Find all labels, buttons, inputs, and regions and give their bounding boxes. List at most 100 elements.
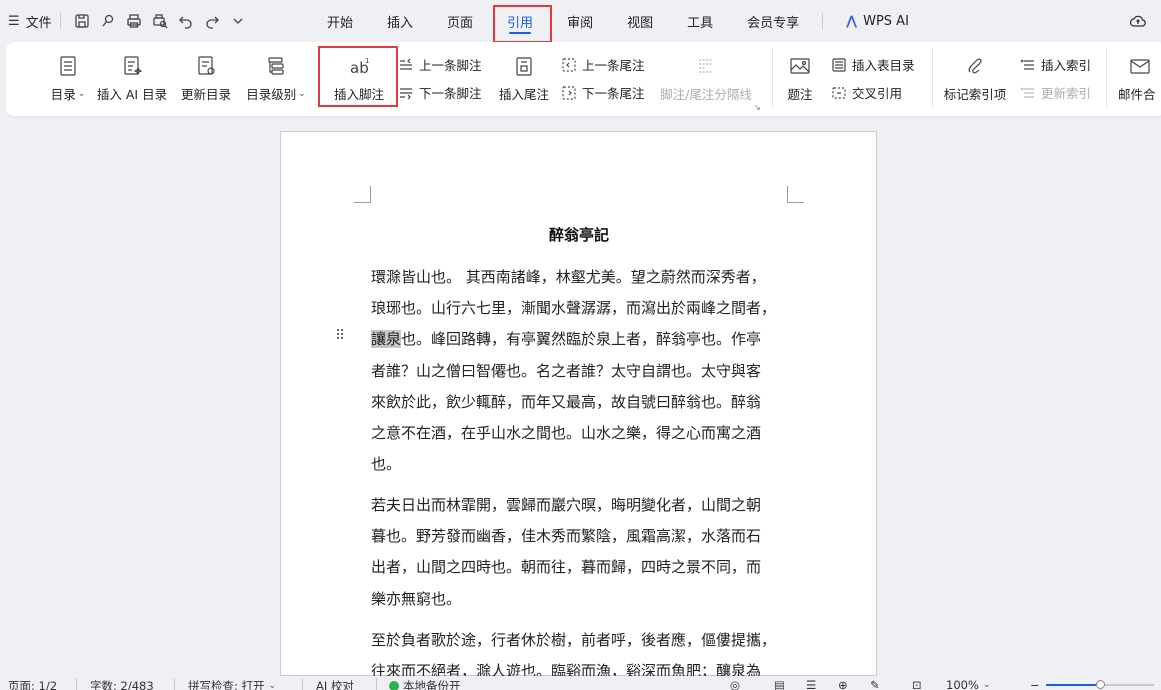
text-line[interactable]: 環滁皆山也。 其西南諸峰，林壑尤美。望之蔚然而深秀者，: [371, 262, 787, 293]
separator-line-button[interactable]: 脚注/尾注分隔线: [658, 52, 754, 108]
pen-icon[interactable]: ✎: [870, 678, 880, 690]
ribbon-toolbar: 目录 ⌄ 插入 AI 目录 更新目录 目录级别 ⌄ ab 1 插入脚注 上一条脚注 下…: [6, 42, 1161, 116]
print-preview-icon[interactable]: [147, 10, 173, 32]
print-icon[interactable]: [121, 10, 147, 32]
local-backup-status[interactable]: 本地备份开: [389, 678, 461, 690]
fit-page-icon[interactable]: ⊡: [912, 678, 922, 690]
prev-footnote-button[interactable]: 上一条脚注: [398, 55, 482, 74]
divider: [59, 13, 61, 29]
next-footnote-icon: [400, 87, 412, 99]
text-line[interactable]: 來飲於此，飲少輒醉，而年又最高，故自號曰醉翁也。醉翁: [371, 387, 787, 418]
tab-page[interactable]: 页面: [430, 0, 490, 42]
update-index-button[interactable]: 更新索引: [1020, 83, 1091, 102]
save-icon[interactable]: [69, 10, 95, 32]
paragraph-drag-handle-icon[interactable]: ⠿: [335, 329, 345, 343]
tab-tools[interactable]: 工具: [670, 0, 730, 42]
caption-button[interactable]: 题注: [784, 52, 816, 108]
zoom-slider[interactable]: [1046, 680, 1154, 689]
status-bar: 页面: 1/2 字数: 2/483 拼写检查: 打开 ⌄ AI 校对 本地备份开 …: [0, 676, 1161, 690]
divider: [772, 48, 773, 108]
zoom-level[interactable]: 100% ⌄: [946, 678, 990, 690]
toc-icon: [56, 52, 80, 80]
toc-level-button[interactable]: 目录级别 ⌄: [244, 52, 308, 108]
quick-access-area: ☰ 文件: [8, 10, 251, 32]
insert-ai-toc-label: 插入 AI 目录: [96, 87, 168, 102]
divider: [376, 678, 377, 690]
prev-endnote-button[interactable]: 上一条尾注: [561, 55, 645, 74]
crop-mark: [354, 186, 371, 203]
undo-icon[interactable]: [173, 10, 199, 32]
update-toc-button[interactable]: 更新目录: [178, 52, 234, 108]
dialog-launcher-icon[interactable]: ↘: [754, 103, 761, 112]
next-footnote-button[interactable]: 下一条脚注: [398, 83, 482, 102]
text-line[interactable]: 也。: [371, 449, 787, 480]
selected-text[interactable]: 讓泉: [371, 330, 402, 349]
chevron-down-icon: ⌄: [982, 680, 991, 690]
paragraph-2[interactable]: 若夫日出而林霏開，雲歸而巖穴暝，晦明變化者，山間之朝 暮也。野芳發而幽香，佳木秀…: [371, 490, 787, 615]
insert-endnote-label: 插入尾注: [498, 87, 549, 102]
tab-member[interactable]: 会员专享: [730, 0, 816, 42]
eye-protection-icon[interactable]: ◎: [730, 678, 740, 690]
file-menu-label: 文件: [25, 15, 52, 31]
mark-index-icon: [963, 52, 987, 80]
redo-icon[interactable]: [199, 10, 225, 32]
page-indicator[interactable]: 页面: 1/2: [8, 678, 57, 690]
tab-wps-ai[interactable]: ⋀ WPS AI: [829, 0, 926, 42]
spell-check-toggle[interactable]: 拼写检查: 打开 ⌄: [188, 678, 276, 690]
text-line[interactable]: 若夫日出而林霏開，雲歸而巖穴暝，晦明變化者，山間之朝: [371, 490, 787, 521]
cloud-upload-icon[interactable]: [1129, 12, 1157, 32]
ai-proofread-button[interactable]: AI 校对: [316, 678, 354, 690]
ai-toc-icon: [120, 52, 144, 80]
word-count[interactable]: 字数: 2/483: [90, 678, 154, 690]
text-line[interactable]: 至於負者歌於途，行者休於樹，前者呼，後者應，傴僂提攜，: [371, 625, 787, 656]
toc-label: 目录: [50, 87, 76, 102]
mark-index-entry-button[interactable]: 标记索引项: [942, 52, 1008, 108]
mail-merge-button[interactable]: 邮件合: [1118, 52, 1161, 108]
document-title[interactable]: 醉翁亭記: [371, 224, 787, 245]
divider: [76, 678, 77, 690]
chevron-down-icon: ⌄: [298, 88, 306, 99]
text-line[interactable]: 讓泉也。峰回路轉，有亭翼然臨於泉上者，醉翁亭也。作亭: [371, 324, 787, 355]
insert-footnote-highlight-box: [318, 46, 398, 107]
tab-start[interactable]: 开始: [310, 0, 370, 42]
divider: [1106, 48, 1107, 108]
tab-view[interactable]: 视图: [610, 0, 670, 42]
text-line[interactable]: 出者，山間之四時也。朝而往，暮而歸，四時之景不同，而: [371, 552, 787, 583]
text-line[interactable]: 之意不在酒，在乎山水之間也。山水之樂，得之心而寓之酒: [371, 418, 787, 449]
text-line[interactable]: 樂亦無窮也。: [371, 584, 787, 615]
document-page[interactable]: 醉翁亭記 環滁皆山也。 其西南諸峰，林壑尤美。望之蔚然而深秀者， 琅琊也。山行六…: [280, 131, 877, 680]
outline-view-icon[interactable]: ☰: [806, 678, 816, 690]
toc-button[interactable]: 目录 ⌄: [48, 52, 88, 108]
backup-status-icon: [389, 681, 399, 690]
chevron-down-icon: ⌄: [268, 681, 277, 690]
toc-level-label: 目录级别: [246, 87, 297, 102]
cross-reference-button[interactable]: 交叉引用: [831, 83, 902, 102]
text-line[interactable]: 者誰？山之僧曰智僊也。名之者誰？太守自謂也。太守與客: [371, 356, 787, 387]
insert-table-of-figures-button[interactable]: 插入表目录: [831, 55, 915, 74]
zoom-slider-knob[interactable]: [1096, 680, 1105, 689]
web-view-icon[interactable]: ⊕: [838, 678, 848, 690]
caption-image-icon: [788, 52, 812, 80]
format-painter-icon[interactable]: [95, 10, 121, 32]
text-line[interactable]: 琅琊也。山行六七里，漸聞水聲潺潺，而瀉出於兩峰之間者，: [371, 293, 787, 324]
chevron-down-icon: ⌄: [77, 88, 86, 99]
file-menu-button[interactable]: ☰ 文件: [8, 12, 52, 31]
page-view-icon[interactable]: ▤: [774, 678, 785, 690]
mail-merge-label: 邮件合: [1118, 87, 1156, 102]
insert-endnote-button[interactable]: 插入尾注: [496, 52, 552, 108]
next-endnote-button[interactable]: 下一条尾注: [561, 83, 645, 102]
paragraph-1[interactable]: 環滁皆山也。 其西南諸峰，林壑尤美。望之蔚然而深秀者， 琅琊也。山行六七里，漸聞…: [371, 262, 787, 480]
endnote-icon: [512, 52, 536, 80]
more-down-icon[interactable]: [225, 10, 251, 32]
separator-line-label: 脚注/尾注分隔线: [660, 87, 752, 102]
divider: [174, 678, 175, 690]
prev-endnote-icon: [562, 57, 576, 72]
tab-review[interactable]: 审阅: [550, 0, 610, 42]
tab-insert[interactable]: 插入: [370, 0, 430, 42]
zoom-out-icon[interactable]: −: [1030, 678, 1040, 690]
caption-label: 题注: [787, 87, 813, 102]
insert-ai-toc-button[interactable]: 插入 AI 目录: [94, 52, 170, 108]
insert-index-button[interactable]: 插入索引: [1020, 55, 1091, 74]
text-line[interactable]: 暮也。野芳發而幽香，佳木秀而繁陰，風霜高潔，水落而石: [371, 521, 787, 552]
zoom-slider-fill: [1046, 684, 1100, 686]
